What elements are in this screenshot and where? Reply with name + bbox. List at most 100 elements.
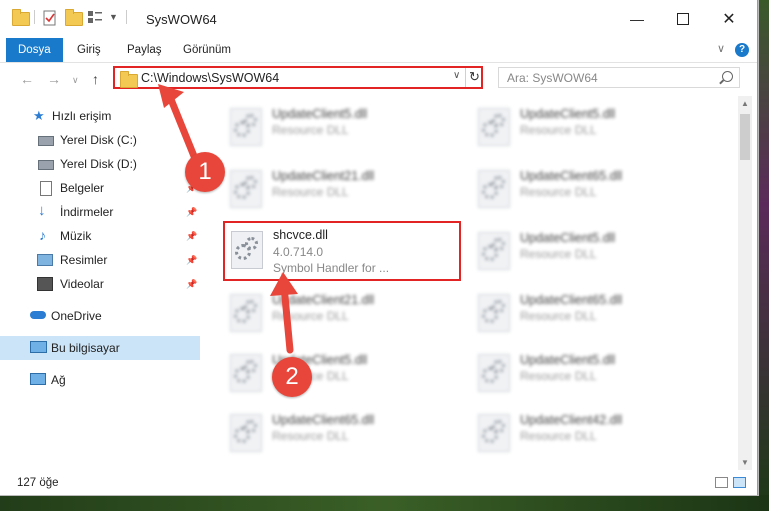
pin-icon[interactable]: 📌: [186, 231, 197, 242]
file-name: UpdateClient21.dll: [272, 293, 375, 307]
address-dropdown-icon[interactable]: ∨: [453, 70, 460, 81]
file-version: 4.0.714.0: [273, 245, 324, 259]
drive-icon: [38, 136, 54, 146]
sidebar-item-pictures[interactable]: Resimler 📌: [0, 248, 200, 272]
search-box[interactable]: Ara: SysWOW64: [498, 67, 740, 88]
dll-file-icon: [230, 354, 262, 392]
minimize-button[interactable]: —: [614, 0, 660, 38]
scroll-down-icon[interactable]: ▼: [741, 458, 749, 467]
details-view-icon[interactable]: [715, 477, 728, 488]
up-button[interactable]: ↑: [92, 71, 99, 87]
tab-share[interactable]: Paylaş: [127, 38, 162, 62]
qa-dropdown-icon[interactable]: ▼: [109, 12, 118, 22]
file-name: UpdateClient5.dll: [520, 353, 616, 367]
pin-icon[interactable]: 📌: [186, 279, 197, 290]
scroll-thumb[interactable]: [740, 114, 750, 160]
sidebar-item-onedrive[interactable]: OneDrive: [0, 304, 200, 328]
sidebar-item-label: Hızlı erişim: [52, 109, 112, 123]
dll-file-icon: [478, 354, 510, 392]
file-tile[interactable]: UpdateClient5.dll Resource DLL: [468, 98, 698, 154]
sidebar-item-local-disk-c[interactable]: Yerel Disk (C:): [0, 128, 200, 152]
help-icon[interactable]: ?: [735, 43, 749, 57]
file-tile[interactable]: UpdateClient21.dll Resource DLL: [220, 284, 450, 340]
sidebar-item-network[interactable]: Ağ: [0, 368, 200, 392]
file-tile[interactable]: UpdateClient21.dll Resource DLL: [220, 160, 450, 216]
file-tile[interactable]: UpdateClient65.dll Resource DLL: [468, 160, 698, 216]
dll-file-icon: [478, 108, 510, 146]
file-name: UpdateClient65.dll: [520, 293, 623, 307]
sidebar-item-downloads[interactable]: ↓ İndirmeler 📌: [0, 200, 200, 224]
file-tile[interactable]: UpdateClient65.dll Resource DLL: [220, 404, 450, 460]
search-input[interactable]: Ara: SysWOW64: [507, 71, 598, 85]
sidebar-item-this-pc[interactable]: Bu bilgisayar: [0, 336, 200, 360]
network-icon: [30, 373, 46, 385]
pin-icon[interactable]: 📌: [186, 255, 197, 266]
status-bar: 127 öğe: [0, 472, 757, 494]
annotation-badge-2: 2: [272, 357, 312, 397]
file-type: Resource DLL: [520, 309, 597, 323]
file-name: UpdateClient42.dll: [520, 413, 623, 427]
explorer-window: ▼ SysWOW64 — ✕ Dosya Giriş Paylaş Görünü…: [0, 0, 758, 495]
dll-file-icon: [231, 231, 263, 269]
file-tile[interactable]: UpdateClient65.dll Resource DLL: [468, 284, 698, 340]
ribbon-tabs: Dosya Giriş Paylaş Görünüm ∨ ?: [0, 38, 757, 63]
tab-view[interactable]: Görünüm: [183, 38, 231, 62]
dll-file-icon: [478, 232, 510, 270]
file-type: Resource DLL: [272, 429, 349, 443]
recent-locations-icon[interactable]: ∨: [72, 75, 79, 86]
sidebar-item-videos[interactable]: Videolar 📌: [0, 272, 200, 296]
maximize-button[interactable]: [660, 0, 706, 38]
address-path: C:\Windows\SysWOW64: [141, 71, 280, 85]
file-name: UpdateClient65.dll: [272, 413, 375, 427]
sidebar-item-local-disk-d[interactable]: Yerel Disk (D:): [0, 152, 200, 176]
file-tile[interactable]: UpdateClient42.dll Resource DLL: [468, 404, 698, 460]
sidebar-item-label: OneDrive: [51, 309, 102, 323]
vertical-scrollbar[interactable]: ▲ ▼: [738, 96, 752, 470]
sidebar-item-label: Ağ: [51, 373, 66, 387]
sidebar-item-label: Müzik: [60, 229, 92, 243]
back-button[interactable]: ←: [20, 71, 34, 87]
annotation-badge-1: 1: [185, 152, 225, 192]
new-folder-icon[interactable]: [65, 9, 83, 26]
file-name: UpdateClient5.dll: [520, 107, 616, 121]
file-name: UpdateClient5.dll: [272, 107, 368, 121]
file-tile[interactable]: UpdateClient5.dll Resource DLL: [468, 222, 698, 278]
customize-view-icon[interactable]: [87, 10, 103, 24]
dll-file-icon: [478, 414, 510, 452]
dll-file-icon: [230, 294, 262, 332]
sidebar-item-label: Yerel Disk (C:): [60, 133, 137, 147]
expand-ribbon-icon[interactable]: ∨: [717, 42, 725, 55]
file-tile[interactable]: UpdateClient5.dll Resource DLL: [220, 98, 450, 154]
tab-file[interactable]: Dosya: [6, 38, 63, 62]
divider: [465, 68, 466, 87]
divider: [125, 10, 127, 24]
forward-button[interactable]: →: [47, 71, 61, 87]
sidebar-item-documents[interactable]: Belgeler 📌: [0, 176, 200, 200]
tab-home[interactable]: Giriş: [77, 38, 101, 62]
dll-file-icon: [478, 294, 510, 332]
item-count: 127 öğe: [17, 477, 59, 489]
navigation-pane: ★ Hızlı erişim Yerel Disk (C:) Yerel Dis…: [0, 100, 200, 470]
refresh-icon[interactable]: ↻: [469, 69, 480, 85]
file-tile[interactable]: UpdateClient5.dll Resource DLL: [468, 344, 698, 400]
file-name: UpdateClient65.dll: [520, 169, 623, 183]
close-button[interactable]: ✕: [706, 0, 752, 38]
scroll-up-icon[interactable]: ▲: [741, 99, 749, 108]
download-icon: ↓: [38, 202, 46, 219]
file-type: Resource DLL: [272, 123, 349, 137]
pin-icon[interactable]: 📌: [186, 207, 197, 218]
sidebar-item-quick-access[interactable]: ★ Hızlı erişim: [0, 104, 200, 128]
sidebar-item-label: Resimler: [60, 253, 108, 267]
dll-file-icon: [478, 170, 510, 208]
sidebar-item-label: Bu bilgisayar: [51, 341, 120, 355]
title-bar: ▼ SysWOW64 — ✕: [0, 0, 757, 38]
pictures-icon: [37, 254, 53, 266]
file-tile-selected[interactable]: shcvce.dll 4.0.714.0 Symbol Handler for …: [223, 221, 461, 281]
file-tile[interactable]: UpdateClient5.dll Resource DLL: [220, 344, 450, 400]
address-bar[interactable]: C:\Windows\SysWOW64 ∨ ↻: [113, 66, 483, 89]
quick-access-toolbar: ▼: [12, 9, 127, 26]
properties-icon[interactable]: [43, 10, 59, 26]
file-type: Resource DLL: [520, 369, 597, 383]
tiles-view-icon[interactable]: [733, 477, 746, 488]
sidebar-item-music[interactable]: ♪ Müzik 📌: [0, 224, 200, 248]
